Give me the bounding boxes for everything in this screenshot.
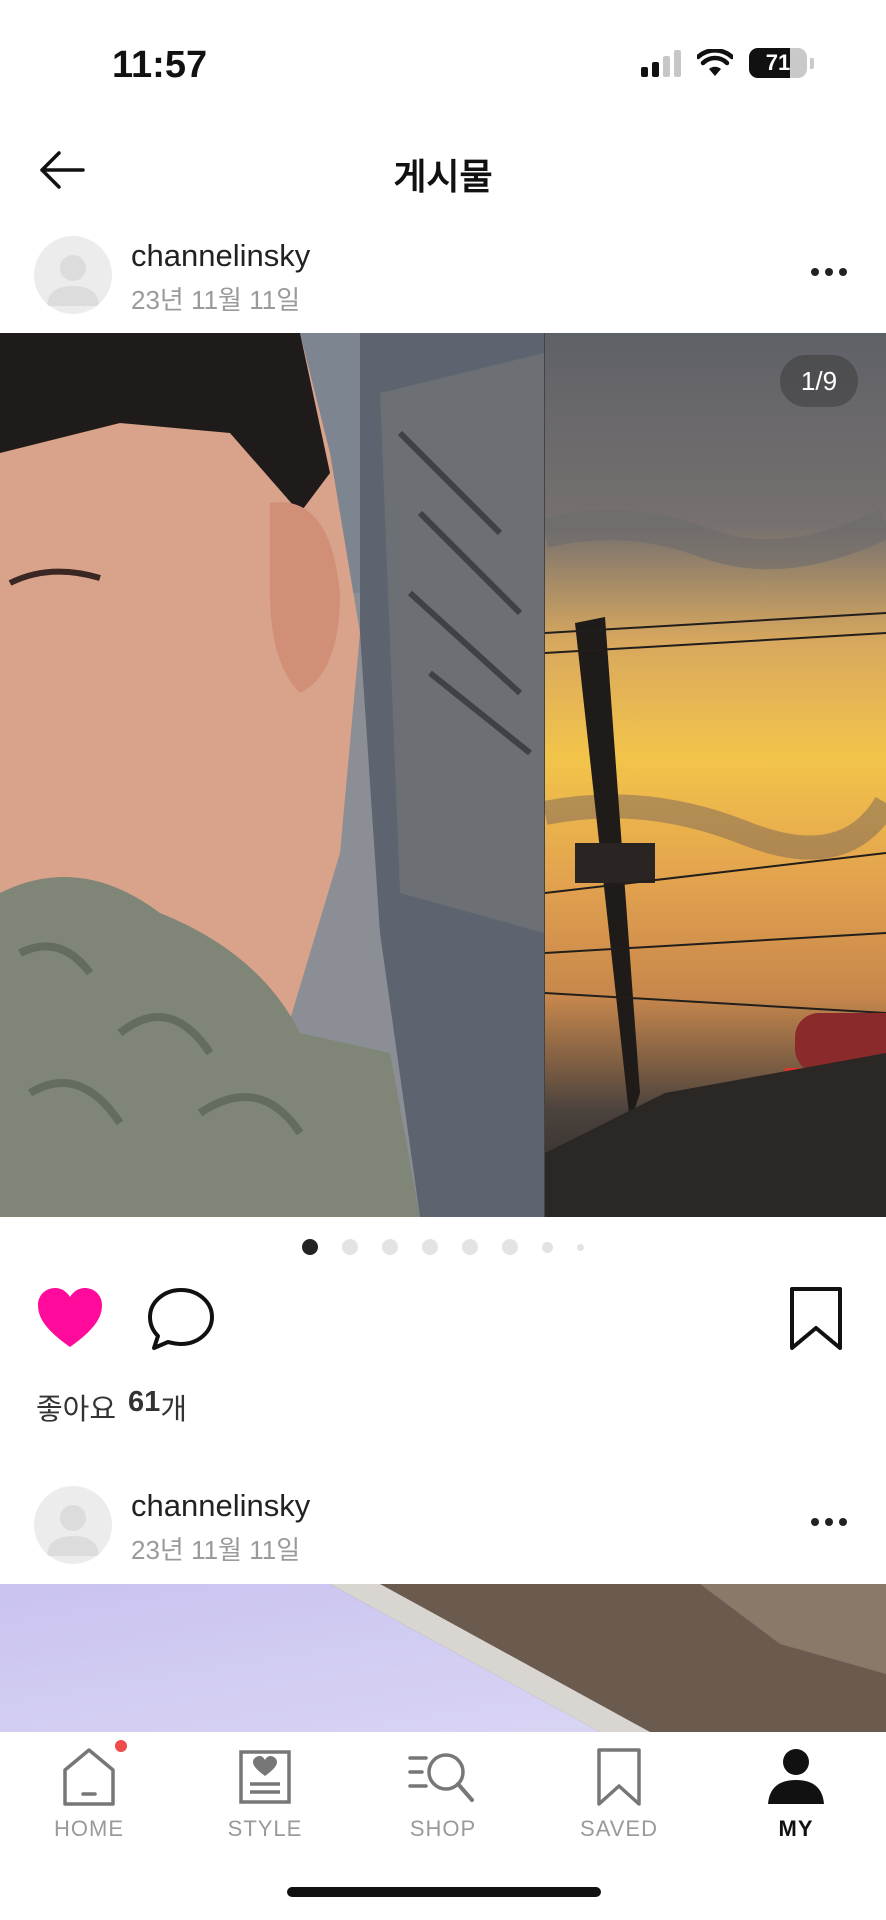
post-username[interactable]: channelinsky: [131, 238, 310, 274]
nav-label-my: MY: [778, 1816, 814, 1841]
bookmark-button[interactable]: [786, 1286, 846, 1352]
home-icon: [59, 1740, 127, 1808]
more-dot-icon: [839, 1518, 847, 1526]
post-header: channelinsky 23년 11월 11일: [0, 1472, 886, 1572]
bookmark-icon: [589, 1746, 649, 1808]
likes-number: 61: [128, 1386, 161, 1418]
nav-item-saved[interactable]: SAVED: [549, 1746, 689, 1856]
likes-label: 좋아요: [36, 1394, 117, 1426]
pagination-dot-active[interactable]: [302, 1239, 318, 1255]
pagination-dot[interactable]: [382, 1239, 398, 1255]
more-dot-icon: [825, 1518, 833, 1526]
profile-icon: [766, 1746, 826, 1808]
cellular-signal-icon: [641, 49, 681, 77]
nav-label-home: HOME: [54, 1816, 124, 1841]
heart-icon: [38, 1288, 102, 1347]
pagination-dot[interactable]: [462, 1239, 478, 1255]
post-username[interactable]: channelinsky: [131, 1488, 310, 1524]
battery-percent: 71: [765, 50, 791, 75]
status-bar: 11:57 71: [0, 0, 886, 120]
nav-item-shop[interactable]: SHOP: [373, 1746, 513, 1856]
home-indicator: [287, 1887, 601, 1897]
like-count[interactable]: 좋아요 61 개: [36, 1386, 187, 1428]
status-time: 11:57: [112, 44, 208, 86]
like-button[interactable]: [36, 1286, 104, 1350]
style-icon: [235, 1746, 295, 1808]
more-dot-icon: [825, 268, 833, 276]
pagination-dot[interactable]: [577, 1243, 584, 1251]
nav-label-shop: SHOP: [409, 1816, 477, 1841]
avatar[interactable]: [34, 236, 112, 314]
carousel-pagination: [0, 1239, 886, 1255]
more-options-button[interactable]: [804, 252, 854, 292]
post-image-carousel[interactable]: 1/9: [0, 333, 886, 1217]
post-photo-partial[interactable]: [0, 1584, 886, 1732]
notification-badge: [115, 1740, 127, 1752]
post-header: channelinsky 23년 11월 11일: [0, 222, 886, 322]
post-date: 23년 11월 11일: [131, 1535, 301, 1565]
post-photo-sleeping: [0, 333, 544, 1217]
default-avatar-icon: [47, 1505, 99, 1556]
more-dot-icon: [811, 268, 819, 276]
post-actions: [0, 1280, 886, 1360]
page-title: 게시물: [393, 156, 493, 197]
pagination-dot[interactable]: [542, 1241, 553, 1253]
battery-icon: 71: [749, 48, 807, 78]
speech-bubble-icon: [148, 1288, 214, 1350]
more-options-button[interactable]: [804, 1502, 854, 1542]
pagination-dot[interactable]: [502, 1239, 518, 1255]
avatar[interactable]: [34, 1486, 112, 1564]
comment-button[interactable]: [146, 1286, 216, 1352]
shop-search-icon: [408, 1746, 478, 1808]
pagination-dot[interactable]: [422, 1239, 438, 1255]
nav-item-home[interactable]: HOME: [19, 1740, 159, 1856]
nav-item-my[interactable]: MY: [726, 1746, 866, 1856]
nav-label-saved: SAVED: [580, 1816, 658, 1841]
likes-suffix: 개: [160, 1394, 187, 1426]
battery-cap: [810, 57, 814, 69]
nav-label-style: STYLE: [227, 1816, 303, 1841]
post-date: 23년 11월 11일: [131, 285, 301, 315]
more-dot-icon: [811, 1518, 819, 1526]
pagination-dot[interactable]: [342, 1239, 358, 1255]
slide-counter: 1/9: [780, 355, 858, 407]
more-dot-icon: [839, 268, 847, 276]
default-avatar-icon: [47, 255, 99, 306]
page-header: 게시물: [0, 120, 886, 220]
bookmark-icon: [790, 1287, 842, 1350]
nav-item-style[interactable]: STYLE: [195, 1746, 335, 1856]
wifi-icon: [697, 49, 733, 76]
status-icons: 71: [641, 48, 814, 78]
post-photo-sunset: [545, 333, 886, 1217]
